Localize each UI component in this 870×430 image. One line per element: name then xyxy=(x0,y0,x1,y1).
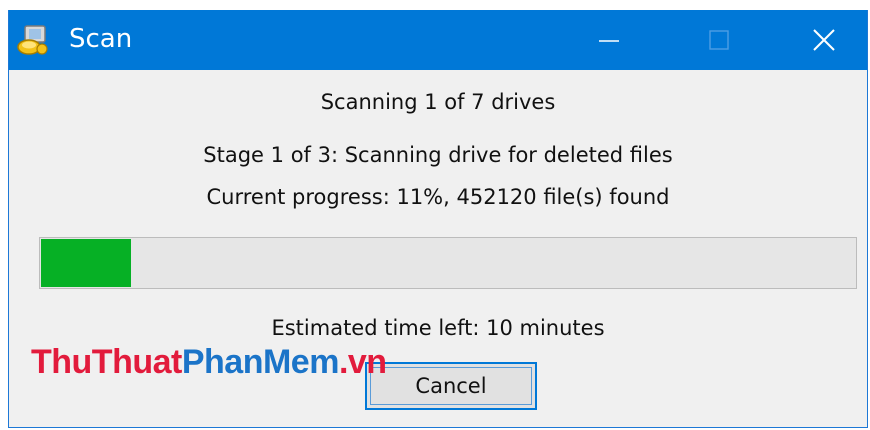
progress-status-text: Current progress: 11%, 452120 file(s) fo… xyxy=(206,185,670,209)
maximize-button xyxy=(684,10,754,70)
cancel-button-focus-ring xyxy=(370,367,532,405)
watermark-part-3: .vn xyxy=(338,343,387,381)
scan-dialog: Scan Scanning 1 of 7 drives Stage 1 of 3… xyxy=(8,10,868,428)
progress-bar xyxy=(39,237,857,289)
minimize-button[interactable] xyxy=(574,10,644,70)
scan-app-icon xyxy=(17,25,48,55)
maximize-icon xyxy=(709,30,729,50)
title-bar[interactable]: Scan xyxy=(9,10,867,70)
window-title: Scan xyxy=(69,24,133,54)
cancel-button[interactable]: Cancel xyxy=(365,362,537,410)
watermark: ThuThuatPhanMem.vn xyxy=(31,343,387,382)
close-button[interactable] xyxy=(789,10,859,70)
eta-text: Estimated time left: 10 minutes xyxy=(271,316,605,340)
stage-status-text: Stage 1 of 3: Scanning drive for deleted… xyxy=(203,143,673,167)
close-icon xyxy=(813,29,835,51)
watermark-part-2: PhanMem xyxy=(181,343,340,381)
progress-bar-fill xyxy=(41,239,131,287)
minimize-icon xyxy=(599,40,619,42)
drives-status-text: Scanning 1 of 7 drives xyxy=(320,90,556,114)
watermark-part-1: ThuThuat xyxy=(31,343,182,381)
